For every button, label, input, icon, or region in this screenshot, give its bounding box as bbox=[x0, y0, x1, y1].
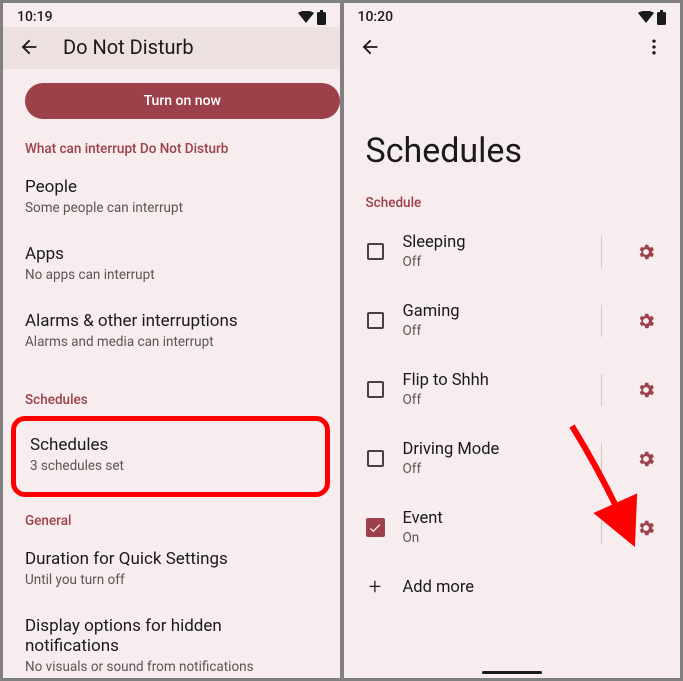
schedule-checkbox[interactable] bbox=[366, 380, 385, 399]
back-arrow-icon[interactable] bbox=[17, 35, 41, 59]
battery-icon bbox=[317, 10, 326, 25]
status-icons bbox=[298, 10, 326, 25]
gear-icon[interactable] bbox=[634, 240, 658, 264]
screen-schedules: 10:20 Schedules Schedule SleepingOffGami… bbox=[344, 3, 681, 678]
section-header-interrupt: What can interrupt Do Not Disturb bbox=[3, 119, 340, 163]
item-title: People bbox=[25, 177, 318, 197]
status-bar: 10:20 bbox=[344, 3, 681, 27]
item-title: Apps bbox=[25, 244, 318, 264]
divider bbox=[601, 512, 602, 544]
app-bar: Do Not Disturb bbox=[3, 27, 340, 69]
status-time: 10:19 bbox=[17, 9, 53, 25]
schedule-item[interactable]: Gaming Off bbox=[344, 286, 681, 355]
app-bar-title: Do Not Disturb bbox=[63, 35, 194, 59]
add-more-label: Add more bbox=[403, 578, 659, 597]
gear-icon[interactable] bbox=[634, 516, 658, 540]
wifi-icon bbox=[638, 11, 654, 23]
nav-handle[interactable] bbox=[482, 671, 542, 674]
schedule-subtitle: Off bbox=[403, 254, 584, 270]
divider bbox=[601, 443, 602, 475]
schedule-checkbox[interactable] bbox=[366, 518, 385, 537]
item-subtitle: No apps can interrupt bbox=[25, 267, 318, 283]
add-more-button[interactable]: + Add more bbox=[344, 562, 681, 613]
schedule-subtitle: On bbox=[403, 530, 584, 546]
gear-icon[interactable] bbox=[634, 309, 658, 333]
item-subtitle: No visuals or sound from notifications bbox=[25, 659, 318, 675]
more-vert-icon[interactable] bbox=[642, 35, 666, 59]
schedule-item[interactable]: Flip to Shhh Off bbox=[344, 355, 681, 424]
status-bar: 10:19 bbox=[3, 3, 340, 27]
divider bbox=[601, 374, 602, 406]
schedule-title: Sleeping bbox=[403, 233, 584, 252]
divider bbox=[601, 236, 602, 268]
item-title: Duration for Quick Settings bbox=[25, 549, 318, 569]
item-alarms[interactable]: Alarms & other interruptions Alarms and … bbox=[3, 297, 340, 364]
item-display-options[interactable]: Display options for hidden notifications… bbox=[3, 602, 340, 678]
schedule-title: Driving Mode bbox=[403, 440, 584, 459]
status-icons bbox=[638, 10, 666, 25]
page-title: Schedules bbox=[344, 69, 681, 195]
app-bar bbox=[344, 27, 681, 69]
schedule-checkbox[interactable] bbox=[366, 242, 385, 261]
schedule-checkbox[interactable] bbox=[366, 311, 385, 330]
status-time: 10:20 bbox=[358, 9, 394, 25]
item-duration[interactable]: Duration for Quick Settings Until you tu… bbox=[3, 535, 340, 602]
item-subtitle: Alarms and media can interrupt bbox=[25, 334, 318, 350]
gear-icon[interactable] bbox=[634, 378, 658, 402]
item-title: Schedules bbox=[30, 435, 311, 455]
schedule-title: Gaming bbox=[403, 302, 584, 321]
divider bbox=[601, 305, 602, 337]
schedule-item[interactable]: Event On bbox=[344, 493, 681, 562]
item-subtitle: Until you turn off bbox=[25, 572, 318, 588]
schedule-checkbox[interactable] bbox=[366, 449, 385, 468]
schedule-item[interactable]: Sleeping Off bbox=[344, 217, 681, 286]
item-title: Display options for hidden notifications bbox=[25, 616, 318, 656]
item-subtitle: Some people can interrupt bbox=[25, 200, 318, 216]
plus-icon: + bbox=[366, 578, 385, 597]
turn-on-now-button[interactable]: Turn on now bbox=[25, 83, 340, 119]
schedule-title: Flip to Shhh bbox=[403, 371, 584, 390]
wifi-icon bbox=[298, 11, 314, 23]
section-header-schedule: Schedule bbox=[344, 195, 681, 217]
schedule-subtitle: Off bbox=[403, 323, 584, 339]
back-arrow-icon[interactable] bbox=[358, 35, 382, 59]
item-schedules[interactable]: Schedules 3 schedules set bbox=[16, 421, 325, 492]
item-title: Alarms & other interruptions bbox=[25, 311, 318, 331]
item-apps[interactable]: Apps No apps can interrupt bbox=[3, 230, 340, 297]
item-subtitle: 3 schedules set bbox=[30, 458, 311, 474]
section-header-general: General bbox=[3, 499, 340, 535]
schedule-item[interactable]: Driving Mode Off bbox=[344, 424, 681, 493]
schedule-subtitle: Off bbox=[403, 461, 584, 477]
battery-icon bbox=[657, 10, 666, 25]
section-header-schedules: Schedules bbox=[3, 364, 340, 414]
schedule-subtitle: Off bbox=[403, 392, 584, 408]
schedule-title: Event bbox=[403, 509, 584, 528]
screen-do-not-disturb: 10:19 Do Not Disturb Turn on now What ca… bbox=[3, 3, 340, 678]
highlight-annotation: Schedules 3 schedules set bbox=[11, 416, 330, 497]
item-people[interactable]: People Some people can interrupt bbox=[3, 163, 340, 230]
gear-icon[interactable] bbox=[634, 447, 658, 471]
